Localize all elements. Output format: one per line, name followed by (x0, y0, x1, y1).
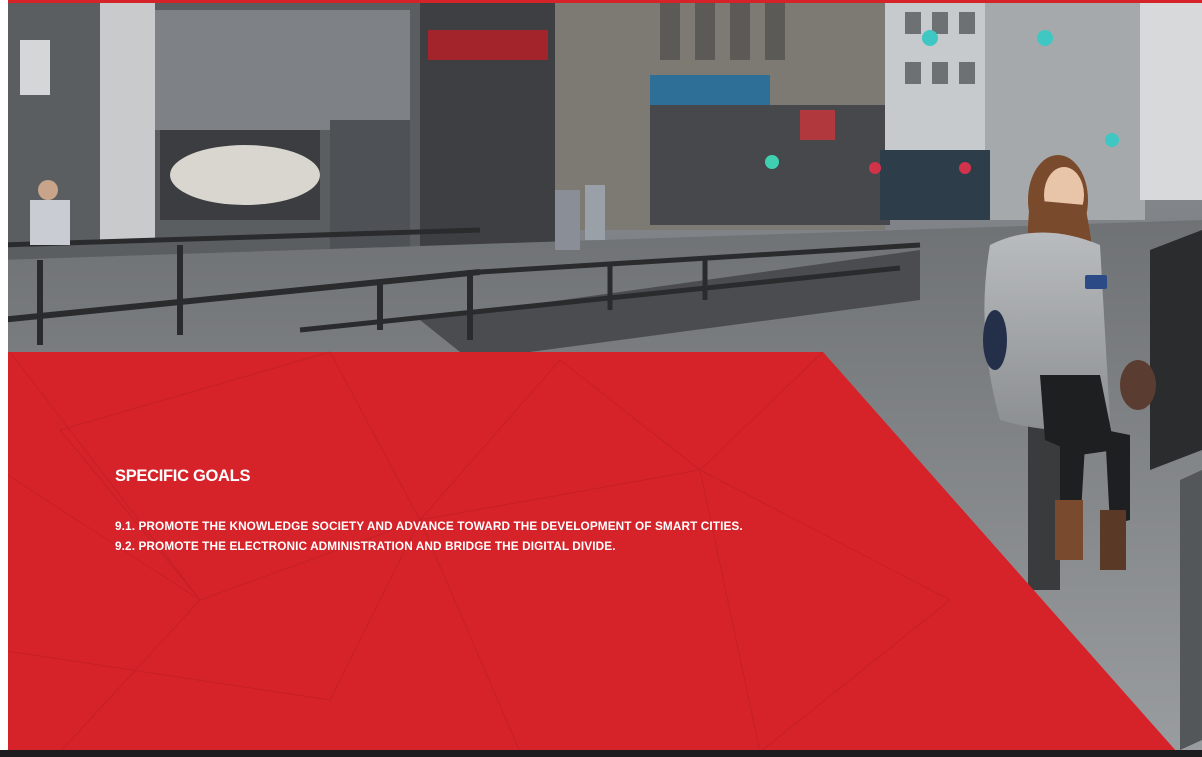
section-heading: SPECIFIC GOALS (115, 467, 251, 485)
red-diagonal-panel (0, 0, 1202, 757)
bottom-bar (0, 750, 1202, 757)
document-page: SPECIFIC GOALS 9.1. PROMOTE THE KNOWLEDG… (0, 0, 1202, 757)
goal-item: 9.1. PROMOTE THE KNOWLEDGE SOCIETY AND A… (115, 519, 743, 533)
top-accent-strip (0, 0, 1202, 3)
left-margin (0, 0, 8, 752)
goal-item: 9.2. PROMOTE THE ELECTRONIC ADMINISTRATI… (115, 539, 616, 553)
goals-text-block: SPECIFIC GOALS 9.1. PROMOTE THE KNOWLEDG… (115, 467, 875, 556)
